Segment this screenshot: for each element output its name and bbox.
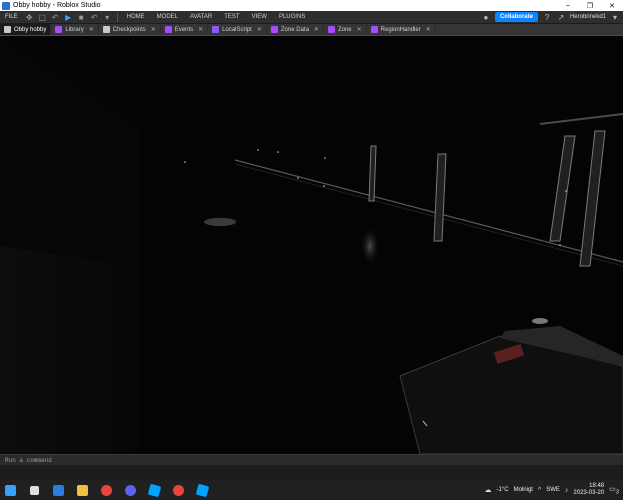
- time: 18:48: [589, 483, 605, 489]
- move-icon[interactable]: ✥: [24, 12, 35, 23]
- 3d-viewport[interactable]: [0, 36, 623, 454]
- help-icon[interactable]: ?: [542, 12, 552, 22]
- tab-events[interactable]: Events ✕: [161, 24, 209, 35]
- notification-count: 3: [615, 489, 619, 496]
- windows-start-icon[interactable]: [0, 480, 20, 500]
- tab-label: Obby hobby: [14, 26, 47, 33]
- tab-library[interactable]: Library ✕: [51, 24, 99, 35]
- command-bar[interactable]: Run a command: [0, 454, 623, 465]
- tab-label: Library: [65, 26, 84, 33]
- close-icon[interactable]: ✕: [426, 26, 431, 33]
- clock[interactable]: 18:48 2023-03-20: [573, 483, 604, 497]
- notification-center-icon[interactable]: ▭3: [609, 485, 619, 495]
- minimize-button[interactable]: –: [557, 0, 579, 11]
- tab-regionhandler[interactable]: RegionHandler ✕: [367, 24, 436, 35]
- menu-home[interactable]: HOME: [121, 14, 151, 20]
- chevron-up-icon[interactable]: ^: [538, 487, 541, 494]
- account-chevron-icon[interactable]: ▾: [610, 12, 620, 22]
- tab-label: Events: [174, 26, 194, 33]
- tab-localscript[interactable]: LocalScript ✕: [208, 24, 267, 35]
- module-script-icon: [370, 26, 378, 33]
- close-button[interactable]: ✕: [601, 0, 623, 11]
- document-tabs: Obby hobby Library ✕ Checkpoints ✕ Event…: [0, 24, 623, 36]
- close-icon[interactable]: ✕: [357, 26, 362, 33]
- close-icon[interactable]: ✕: [89, 26, 94, 33]
- tab-obby-hobby[interactable]: Obby hobby: [0, 24, 52, 35]
- mail-icon[interactable]: [48, 480, 68, 500]
- task-view-icon[interactable]: [24, 480, 44, 500]
- chrome-icon[interactable]: [96, 480, 116, 500]
- weather-temp[interactable]: -1°C: [497, 487, 509, 493]
- close-icon[interactable]: ✕: [314, 26, 319, 33]
- maximize-button[interactable]: ❐: [579, 0, 601, 11]
- tab-label: Zone Data: [280, 26, 309, 33]
- file-menu[interactable]: FILE: [0, 14, 23, 20]
- menu-avatar[interactable]: AVATAR: [184, 14, 218, 20]
- username[interactable]: Herobrinekd1: [570, 14, 606, 20]
- menu-view[interactable]: VIEW: [246, 14, 273, 20]
- menu-divider: [116, 12, 118, 22]
- close-icon[interactable]: ✕: [151, 26, 156, 33]
- select-icon[interactable]: ▢: [37, 12, 48, 23]
- volume-icon[interactable]: ♪: [565, 487, 569, 494]
- roblox-studio-icon[interactable]: [144, 480, 164, 500]
- close-icon[interactable]: ✕: [257, 26, 262, 33]
- tab-zone[interactable]: Zone ✕: [324, 24, 367, 35]
- play-icon[interactable]: ▶: [63, 12, 74, 23]
- tab-zone-data[interactable]: Zone Data ✕: [267, 24, 324, 35]
- module-script-icon: [55, 26, 63, 33]
- menu-bar: FILE ✥ ▢ ↶ ▶ ■ ↶ ▾ HOME MODEL AVATAR TES…: [0, 11, 623, 24]
- window-title: Obby hobby - Roblox Studio: [13, 2, 101, 9]
- tab-label: LocalScript: [222, 26, 252, 33]
- weather-cloud-icon[interactable]: ☁: [485, 486, 492, 494]
- share-icon[interactable]: ↗: [556, 12, 566, 22]
- roblox-studio-icon[interactable]: [192, 480, 212, 500]
- redo-icon[interactable]: ↶: [89, 12, 100, 23]
- file-explorer-icon[interactable]: [72, 480, 92, 500]
- date: 2023-03-20: [573, 490, 605, 496]
- dropdown-icon[interactable]: ▾: [102, 12, 113, 23]
- stop-icon[interactable]: ■: [76, 12, 87, 23]
- title-bar: Obby hobby - Roblox Studio – ❐ ✕: [0, 0, 623, 11]
- place-icon: [4, 26, 11, 33]
- module-script-icon: [164, 26, 172, 33]
- chrome-icon[interactable]: [168, 480, 188, 500]
- language-indicator[interactable]: SWE: [546, 487, 560, 493]
- script-icon: [102, 26, 110, 33]
- tab-label: Checkpoints: [112, 26, 146, 33]
- roblox-studio-icon: [2, 1, 10, 10]
- menu-model[interactable]: MODEL: [151, 14, 184, 20]
- windows-taskbar: ☁ -1°C Molnigt ^ SWE ♪ 18:48 2023-03-20 …: [0, 480, 623, 500]
- close-icon[interactable]: ✕: [198, 26, 203, 33]
- module-script-icon: [270, 26, 278, 33]
- module-script-icon: [327, 26, 335, 33]
- tab-label: RegionHandler: [380, 26, 421, 33]
- command-input[interactable]: Run a command: [0, 457, 52, 464]
- undo-icon[interactable]: ↶: [50, 12, 61, 23]
- tab-checkpoints[interactable]: Checkpoints ✕: [99, 24, 161, 35]
- discord-icon[interactable]: [120, 480, 140, 500]
- status-strip: [0, 465, 623, 480]
- local-script-icon: [212, 26, 220, 33]
- weather-text[interactable]: Molnigt: [514, 487, 533, 493]
- tab-label: Zone: [337, 26, 352, 33]
- notifications-icon[interactable]: ●: [481, 12, 491, 22]
- menu-plugins[interactable]: PLUGINS: [273, 14, 311, 20]
- collaborate-button[interactable]: Collaborate: [494, 12, 538, 22]
- scene-render: [0, 36, 623, 454]
- menu-test[interactable]: TEST: [218, 14, 245, 20]
